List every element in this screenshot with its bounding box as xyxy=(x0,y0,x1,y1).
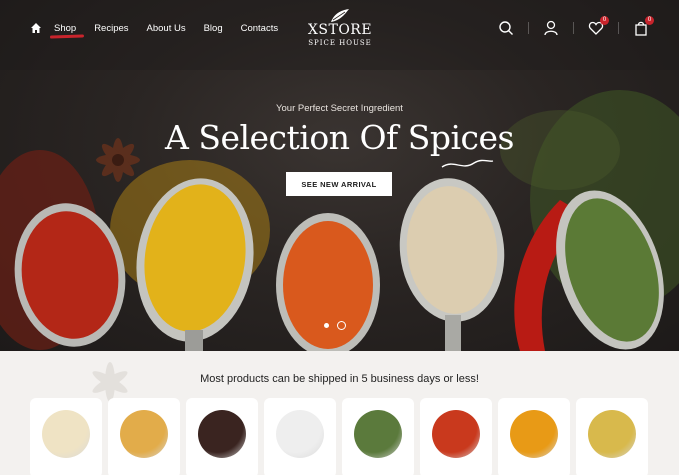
hero-headline: A Selection Of Spices xyxy=(165,118,514,157)
mustard-powder-image xyxy=(588,410,636,458)
product-card[interactable] xyxy=(576,398,648,475)
logo-brand: XSTORE xyxy=(307,22,373,38)
cart-count-badge: 0 xyxy=(645,16,654,25)
nav-link-blog[interactable]: Blog xyxy=(204,23,223,34)
see-new-arrival-button[interactable]: SEE NEW ARRIVAL xyxy=(286,172,392,196)
cart-button[interactable]: 0 xyxy=(633,16,654,36)
product-card[interactable] xyxy=(342,398,414,475)
product-card[interactable] xyxy=(186,398,258,475)
dried-herbs-image xyxy=(354,410,402,458)
logo-tagline: SPICE HOUSE xyxy=(308,39,372,47)
slider-dot-1[interactable] xyxy=(324,323,329,328)
nav-divider xyxy=(618,22,619,34)
nav-divider xyxy=(528,22,529,34)
site-logo[interactable]: XSTORE SPICE HOUSE xyxy=(305,8,375,47)
turmeric-image xyxy=(510,410,558,458)
hero-banner: Shop Recipes About Us Blog Contacts XSTO… xyxy=(0,0,679,351)
product-card[interactable] xyxy=(420,398,492,475)
slider-pagination xyxy=(324,321,346,330)
garlic-granules-image xyxy=(42,410,90,458)
product-card[interactable] xyxy=(498,398,570,475)
headline-swash-decoration xyxy=(441,159,494,168)
nav-link-recipes[interactable]: Recipes xyxy=(94,23,128,34)
product-card[interactable] xyxy=(30,398,102,475)
product-category-list xyxy=(30,398,648,475)
home-icon[interactable] xyxy=(30,22,42,34)
account-icon[interactable] xyxy=(543,20,559,36)
slider-dot-2-active[interactable] xyxy=(337,321,346,330)
product-card[interactable] xyxy=(264,398,336,475)
search-icon[interactable] xyxy=(498,20,514,36)
wishlist-count-badge: 0 xyxy=(600,16,609,25)
paprika-image xyxy=(432,410,480,458)
product-card[interactable] xyxy=(108,398,180,475)
black-peppercorns-image xyxy=(198,410,246,458)
nav-divider xyxy=(573,22,574,34)
wishlist-button[interactable]: 0 xyxy=(588,16,609,36)
hero-eyebrow: Your Perfect Secret Ingredient xyxy=(276,103,403,114)
nav-link-about-us[interactable]: About Us xyxy=(147,23,186,34)
sea-salt-image xyxy=(276,410,324,458)
main-navigation: Shop Recipes About Us Blog Contacts XSTO… xyxy=(0,0,679,58)
ground-ginger-image xyxy=(120,410,168,458)
spice-leaf-logo-icon xyxy=(331,9,349,22)
nav-link-contacts[interactable]: Contacts xyxy=(241,23,279,34)
nav-link-shop[interactable]: Shop xyxy=(54,23,76,34)
shipping-notice: Most products can be shipped in 5 busine… xyxy=(200,373,479,385)
